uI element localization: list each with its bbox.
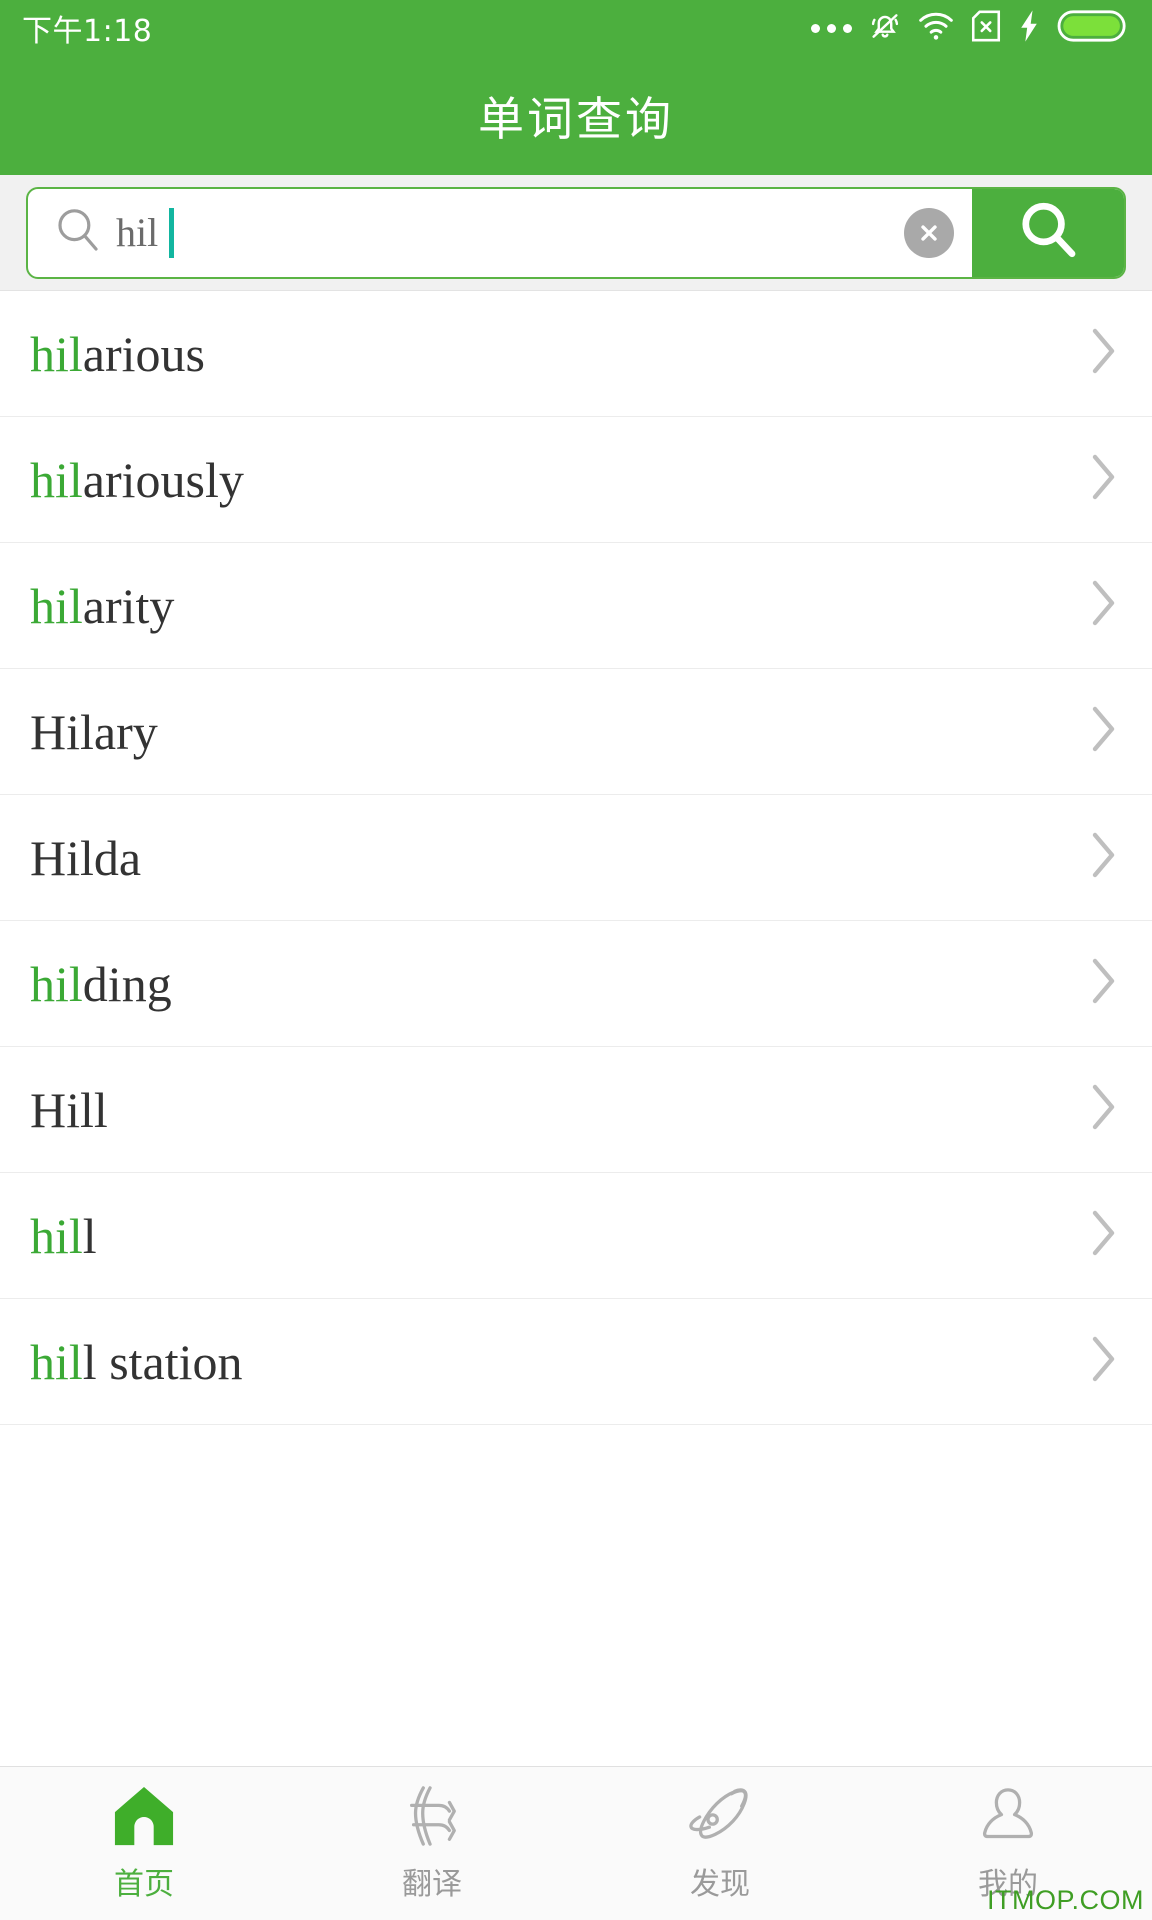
chevron-right-icon	[1086, 323, 1122, 384]
status-bar: 下午1:18	[0, 0, 1152, 56]
bell-muted-icon	[868, 9, 902, 48]
app-screen: 下午1:18 单词查询 hil hilarious hilariously hi…	[0, 0, 1152, 1920]
text-caret	[169, 207, 175, 258]
match-prefix: hil	[30, 451, 83, 508]
search-bar: hil	[0, 175, 1152, 291]
tab-translate[interactable]: 翻译	[288, 1767, 576, 1920]
word-rest: Hilary	[30, 703, 158, 760]
chevron-right-icon	[1086, 953, 1122, 1014]
list-item[interactable]: hilding	[0, 921, 1152, 1047]
search-icon	[1017, 199, 1079, 266]
tab-translate-label: 翻译	[402, 1866, 462, 1902]
app-header: 单词查询	[0, 56, 1152, 175]
tab-discover-label: 发现	[690, 1866, 750, 1902]
search-icon	[54, 206, 102, 259]
battery-icon	[1056, 9, 1130, 48]
match-prefix: hil	[30, 955, 83, 1012]
word-rest: l	[82, 1207, 97, 1264]
list-item[interactable]: hill	[0, 1173, 1152, 1299]
word-rest: Hill	[30, 1081, 108, 1138]
word-rest: ding	[82, 955, 172, 1012]
result-word: hilarity	[30, 581, 174, 631]
person-icon	[977, 1785, 1039, 1847]
chevron-right-icon	[1086, 1331, 1122, 1392]
result-word: hill station	[30, 1337, 243, 1387]
search-input[interactable]: hil	[28, 189, 972, 277]
word-rest: arity	[82, 577, 175, 634]
site-watermark: ITMOP.COM	[986, 1885, 1144, 1915]
result-word: hill	[30, 1211, 97, 1261]
wifi-icon	[918, 11, 954, 46]
word-rest: l station	[82, 1333, 243, 1390]
list-item[interactable]: Hilda	[0, 795, 1152, 921]
match-prefix: hil	[30, 577, 83, 634]
result-word: Hilary	[30, 707, 158, 757]
tab-discover[interactable]: 发现	[576, 1767, 864, 1920]
tab-home[interactable]: 首页	[0, 1767, 288, 1920]
chevron-right-icon	[1086, 827, 1122, 888]
chevron-right-icon	[1086, 1205, 1122, 1266]
rocket-icon	[686, 1785, 754, 1847]
result-word: hilarious	[30, 329, 205, 379]
match-prefix: hil	[30, 1333, 83, 1390]
result-word: Hill	[30, 1085, 108, 1135]
word-rest: arious	[82, 325, 205, 382]
status-time: 下午1:18	[22, 14, 153, 49]
charging-bolt-icon	[1018, 9, 1040, 48]
search-results-list: hilarious hilariously hilarity Hilary Hi…	[0, 291, 1152, 1766]
status-icons	[811, 9, 1130, 48]
list-item[interactable]: hilarious	[0, 291, 1152, 417]
list-item[interactable]: Hilary	[0, 669, 1152, 795]
tab-home-label: 首页	[114, 1866, 174, 1902]
chevron-right-icon	[1086, 701, 1122, 762]
list-item[interactable]: hill station	[0, 1299, 1152, 1425]
chevron-right-icon	[1086, 575, 1122, 636]
chevron-right-icon	[1086, 449, 1122, 510]
translate-icon	[399, 1785, 465, 1847]
word-rest: Hilda	[30, 829, 142, 886]
result-word: hilariously	[30, 455, 244, 505]
search-field-wrapper[interactable]: hil	[26, 186, 1126, 279]
chevron-right-icon	[1086, 1079, 1122, 1140]
page-title: 单词查询	[478, 91, 674, 146]
more-dots-icon	[811, 23, 852, 33]
home-icon	[109, 1785, 179, 1847]
list-item[interactable]: hilariously	[0, 417, 1152, 543]
match-prefix: hil	[30, 325, 83, 382]
word-rest: ariously	[82, 451, 244, 508]
bottom-navigation: 首页 翻译 发现 我的 ITMOP.COM	[0, 1766, 1152, 1920]
sim-card-off-icon	[970, 9, 1002, 48]
result-word: hilding	[30, 959, 172, 1009]
search-submit-button[interactable]	[972, 188, 1124, 277]
result-word: Hilda	[30, 833, 141, 883]
list-item[interactable]: Hill	[0, 1047, 1152, 1173]
search-input-value: hil	[116, 210, 159, 255]
clear-circle-icon[interactable]	[904, 207, 954, 258]
match-prefix: hil	[30, 1207, 83, 1264]
list-item[interactable]: hilarity	[0, 543, 1152, 669]
